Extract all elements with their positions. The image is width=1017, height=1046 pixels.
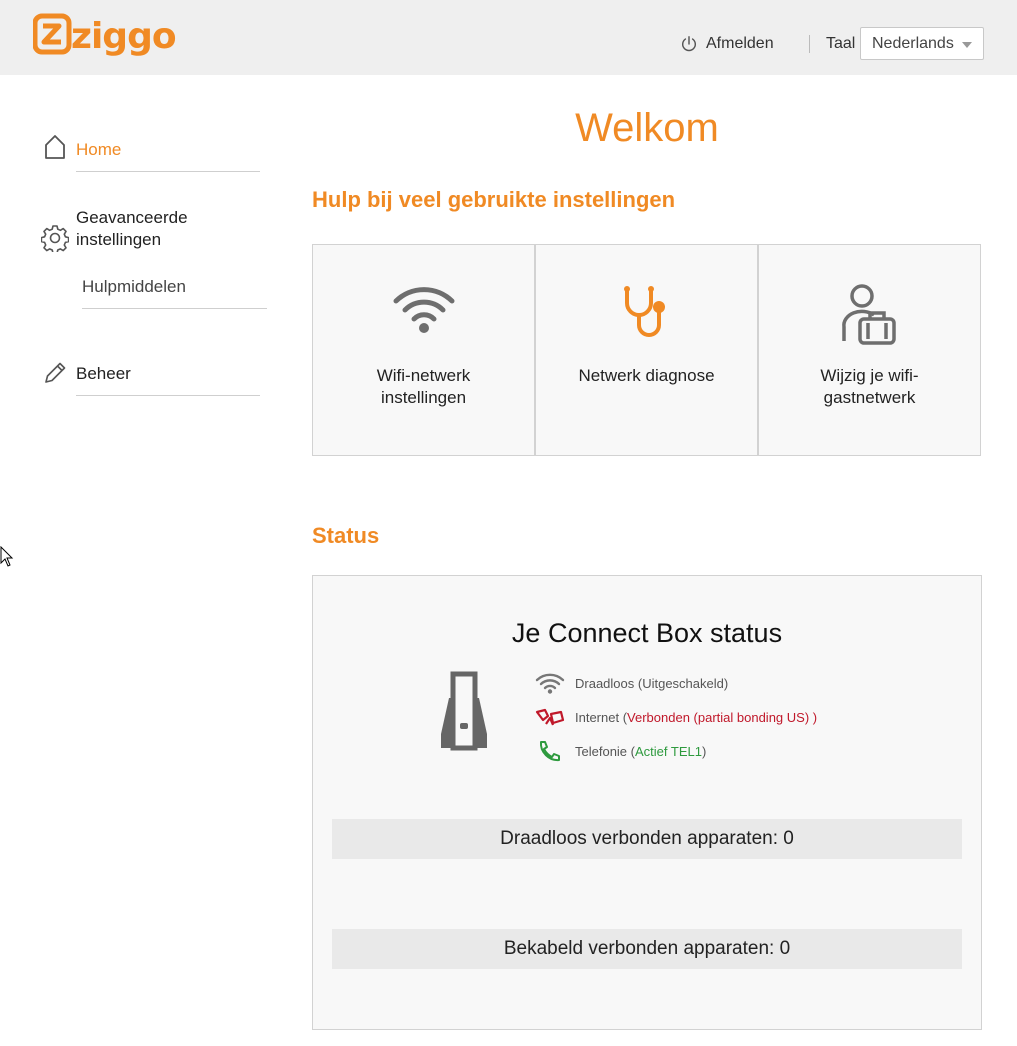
card-label-line2: gastnetwerk <box>823 388 916 407</box>
sidebar-item-home[interactable]: Home <box>40 134 262 174</box>
logout-label: Afmelden <box>706 35 774 52</box>
status-panel-title: Je Connect Box status <box>511 618 783 648</box>
home-icon <box>45 135 65 159</box>
sidebar-item-label: Beheer <box>76 364 131 383</box>
logout-button[interactable]: Afmelden <box>680 33 774 55</box>
pencil-icon <box>45 362 66 383</box>
connect-box-icon <box>441 671 487 751</box>
status-section-title: Status <box>312 523 380 548</box>
status-panel: Je Connect Box status Draadloos (Uitgesc… <box>312 575 982 1030</box>
sidebar-item-management[interactable]: Beheer <box>40 358 262 394</box>
chevron-down-icon <box>962 42 972 48</box>
header-divider <box>809 35 810 53</box>
card-label: Netwerk diagnose <box>546 365 747 387</box>
language-selected-value: Nederlands <box>872 35 954 52</box>
sidebar-divider <box>76 171 260 172</box>
status-internet-value: Verbonden (partial bonding US) ) <box>627 709 818 725</box>
stethoscope-icon <box>623 286 665 337</box>
sidebar-item-label: Geavanceerde <box>76 208 188 227</box>
sidebar-divider <box>82 308 267 309</box>
sidebar-item-advanced-settings[interactable]: Geavanceerde instellingen <box>40 206 262 254</box>
card-label: Wijzig je wifi- gastnetwerk <box>769 365 970 409</box>
sidebar-item-tools[interactable]: Hulpmiddelen <box>82 276 266 304</box>
sidebar-divider <box>76 395 260 396</box>
status-telephony-text: Telefonie (Actief TEL1) <box>575 744 706 759</box>
ziggo-logo[interactable]: ziggo <box>32 12 177 56</box>
quick-settings-title: Hulp bij veel gebruikte instellingen <box>312 187 676 212</box>
card-label: Wifi-netwerk instellingen <box>323 365 524 409</box>
wifi-icon <box>393 287 454 333</box>
language-select[interactable]: Nederlands <box>860 27 984 60</box>
power-icon <box>681 36 697 52</box>
status-telephony-end: ) <box>701 743 707 759</box>
status-wireless-end: ) <box>723 675 729 691</box>
phone-icon <box>539 741 560 762</box>
logo-mark-icon <box>32 13 72 55</box>
wired-devices-bar[interactable]: Bekabeld verbonden apparaten: 0 <box>332 929 962 969</box>
status-telephony: Telefonie (Actief TEL1) <box>535 740 706 762</box>
card-label-line1: Wifi-netwerk <box>376 366 471 385</box>
card-label-line1: Netwerk diagnose <box>578 366 715 385</box>
guest-network-card[interactable]: Wijzig je wifi- gastnetwerk <box>758 244 981 456</box>
mouse-cursor-icon <box>0 546 14 567</box>
sidebar-item-label: Home <box>76 140 122 159</box>
status-wireless: Draadloos (Uitgeschakeld) <box>535 672 728 694</box>
card-label-line2: instellingen <box>380 388 467 407</box>
card-label-line1: Wijzig je wifi- <box>820 366 919 385</box>
status-telephony-label: Telefonie ( <box>575 743 635 759</box>
status-telephony-value: Actief TEL1 <box>634 743 702 759</box>
status-wireless-label: Draadloos ( <box>575 675 643 691</box>
wireless-devices-bar[interactable]: Draadloos verbonden apparaten: 0 <box>332 819 962 859</box>
logo-text: ziggo <box>71 16 177 57</box>
status-wireless-text: Draadloos (Uitgeschakeld) <box>575 676 728 691</box>
page-title: Welkom <box>575 106 719 150</box>
status-wireless-value: Uitgeschakeld <box>642 675 724 691</box>
status-internet-label: Internet ( <box>575 709 628 725</box>
wifi-settings-card[interactable]: Wifi-netwerk instellingen <box>312 244 535 456</box>
wifi-icon <box>535 673 565 694</box>
status-internet: Internet (Verbonden (partial bonding US)… <box>535 706 817 728</box>
internet-warning-icon <box>535 708 565 726</box>
sidebar-item-label-line2: instellingen <box>76 230 162 249</box>
gear-icon <box>41 225 69 252</box>
language-label: Taal <box>826 35 856 52</box>
status-internet-text: Internet (Verbonden (partial bonding US)… <box>575 710 817 725</box>
guest-user-icon <box>841 284 896 345</box>
network-diagnose-card[interactable]: Netwerk diagnose <box>535 244 758 456</box>
top-bar: ziggo Afmelden Taal Nederlands <box>0 0 1017 75</box>
sidebar-item-label: Hulpmiddelen <box>82 277 186 296</box>
